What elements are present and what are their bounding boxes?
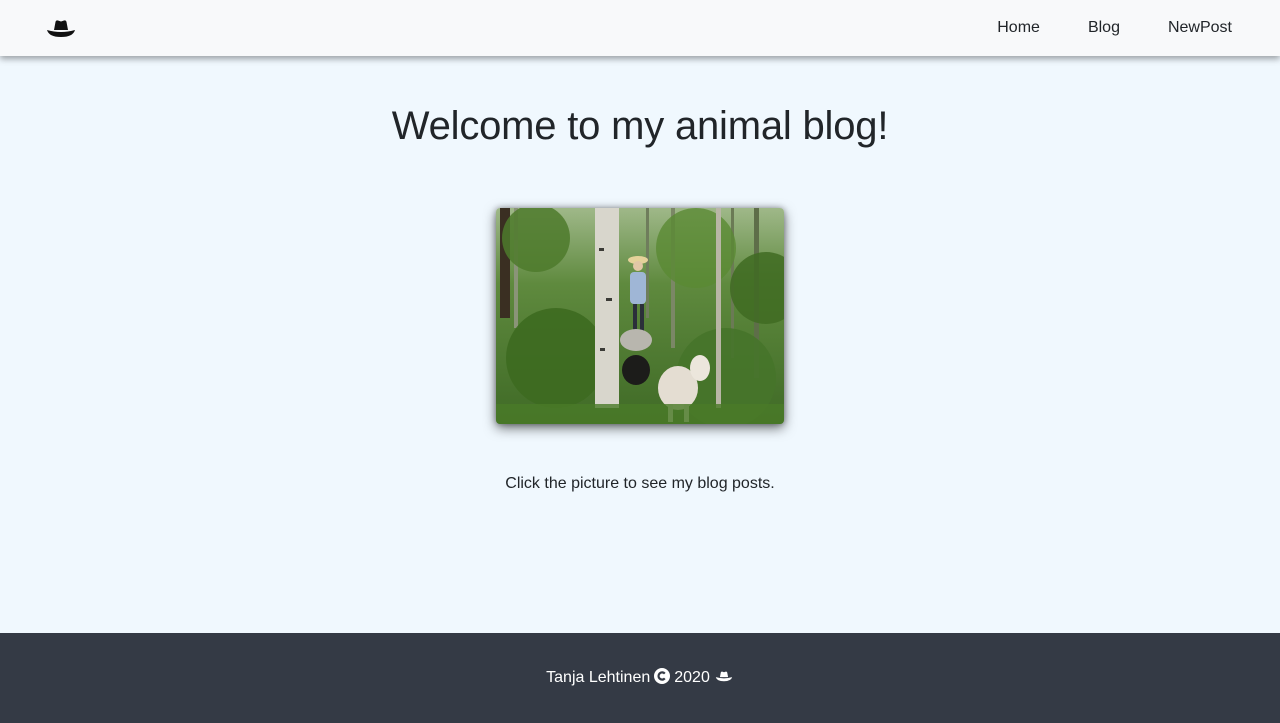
- navbar: Home Blog NewPost: [0, 0, 1280, 56]
- nav-link-newpost[interactable]: NewPost: [1168, 19, 1232, 37]
- nav-link-blog[interactable]: Blog: [1088, 19, 1120, 37]
- nav-link-home[interactable]: Home: [997, 19, 1040, 37]
- page-title: Welcome to my animal blog!: [391, 104, 889, 148]
- nav-links: Home Blog NewPost: [997, 0, 1232, 56]
- footer: Tanja Lehtinen 2020: [0, 633, 1280, 723]
- brand-hat-icon[interactable]: [46, 16, 76, 40]
- hat-icon: [47, 20, 75, 37]
- blog-photo-link[interactable]: [496, 208, 784, 424]
- footer-year: 2020: [674, 669, 710, 686]
- caption-text: Click the picture to see my blog posts.: [505, 475, 775, 492]
- hat-icon: [714, 669, 734, 688]
- forest-sheep-photo: [496, 208, 784, 424]
- footer-author: Tanja Lehtinen: [546, 669, 651, 686]
- copyright-icon: [654, 667, 671, 689]
